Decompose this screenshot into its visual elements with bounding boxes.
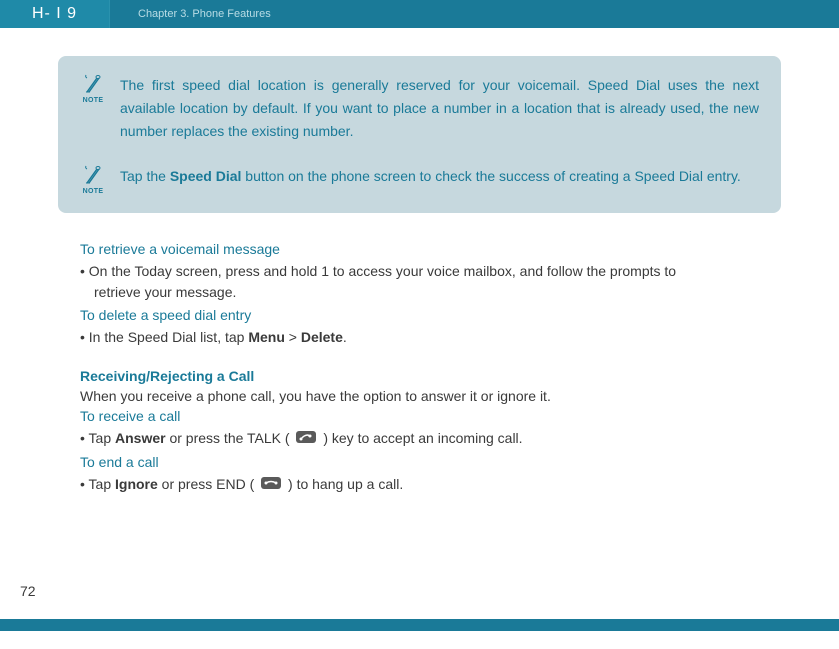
delete-speed-dial-heading: To delete a speed dial entry xyxy=(80,307,781,323)
note-label: NOTE xyxy=(83,188,104,195)
note-text-2: Tap the Speed Dial button on the phone s… xyxy=(120,165,759,195)
delete-gt: > xyxy=(285,329,301,345)
end-call-heading: To end a call xyxy=(80,454,781,470)
end-icon xyxy=(260,475,282,496)
receive-call-heading: To receive a call xyxy=(80,408,781,424)
note-icon: NOTE xyxy=(80,165,106,195)
content-area: NOTE The first speed dial location is ge… xyxy=(0,28,839,496)
end-bullet: • Tap Ignore or press END ( ) to hang up… xyxy=(80,474,781,496)
note-text-1: The first speed dial location is general… xyxy=(120,74,759,143)
talk-icon xyxy=(295,429,317,450)
footer-bar xyxy=(0,619,839,631)
note2-post: button on the phone screen to check the … xyxy=(241,168,740,184)
end-ignore: Ignore xyxy=(115,476,158,492)
receive-post: ) key to accept an incoming call. xyxy=(319,430,522,446)
header-bar: H- I 9 Chapter 3. Phone Features xyxy=(0,0,839,28)
note2-pre: Tap the xyxy=(120,168,170,184)
receiving-rejecting-heading: Receiving/Rejecting a Call xyxy=(80,368,781,384)
logo-area: H- I 9 xyxy=(0,0,110,28)
delete-period: . xyxy=(343,329,347,345)
retrieve-line1: • On the Today screen, press and hold 1 … xyxy=(80,263,676,279)
receiving-text: When you receive a phone call, you have … xyxy=(80,388,781,404)
delete-pre: • In the Speed Dial list, tap xyxy=(80,329,248,345)
end-mid: or press END ( xyxy=(158,476,258,492)
receive-pre: • Tap xyxy=(80,430,115,446)
delete-delete: Delete xyxy=(301,329,343,345)
end-post: ) to hang up a call. xyxy=(284,476,403,492)
delete-menu: Menu xyxy=(248,329,285,345)
note-box: NOTE The first speed dial location is ge… xyxy=(58,56,781,213)
note-label: NOTE xyxy=(83,97,104,104)
end-pre: • Tap xyxy=(80,476,115,492)
note-icon: NOTE xyxy=(80,74,106,143)
delete-bullet: • In the Speed Dial list, tap Menu > Del… xyxy=(80,327,781,348)
receive-answer: Answer xyxy=(115,430,166,446)
note-block-2: NOTE Tap the Speed Dial button on the ph… xyxy=(80,165,759,195)
note-block-1: NOTE The first speed dial location is ge… xyxy=(80,74,759,143)
page-number: 72 xyxy=(20,583,36,599)
retrieve-voicemail-heading: To retrieve a voicemail message xyxy=(80,241,781,257)
receive-mid: or press the TALK ( xyxy=(166,430,294,446)
note2-bold: Speed Dial xyxy=(170,168,242,184)
retrieve-line2: retrieve your message. xyxy=(80,284,236,300)
body-section: To retrieve a voicemail message • On the… xyxy=(58,241,781,496)
brand-logo: H- I 9 xyxy=(32,5,77,23)
chapter-title: Chapter 3. Phone Features xyxy=(138,8,271,20)
receive-bullet: • Tap Answer or press the TALK ( ) key t… xyxy=(80,428,781,450)
retrieve-bullet: • On the Today screen, press and hold 1 … xyxy=(80,261,781,303)
